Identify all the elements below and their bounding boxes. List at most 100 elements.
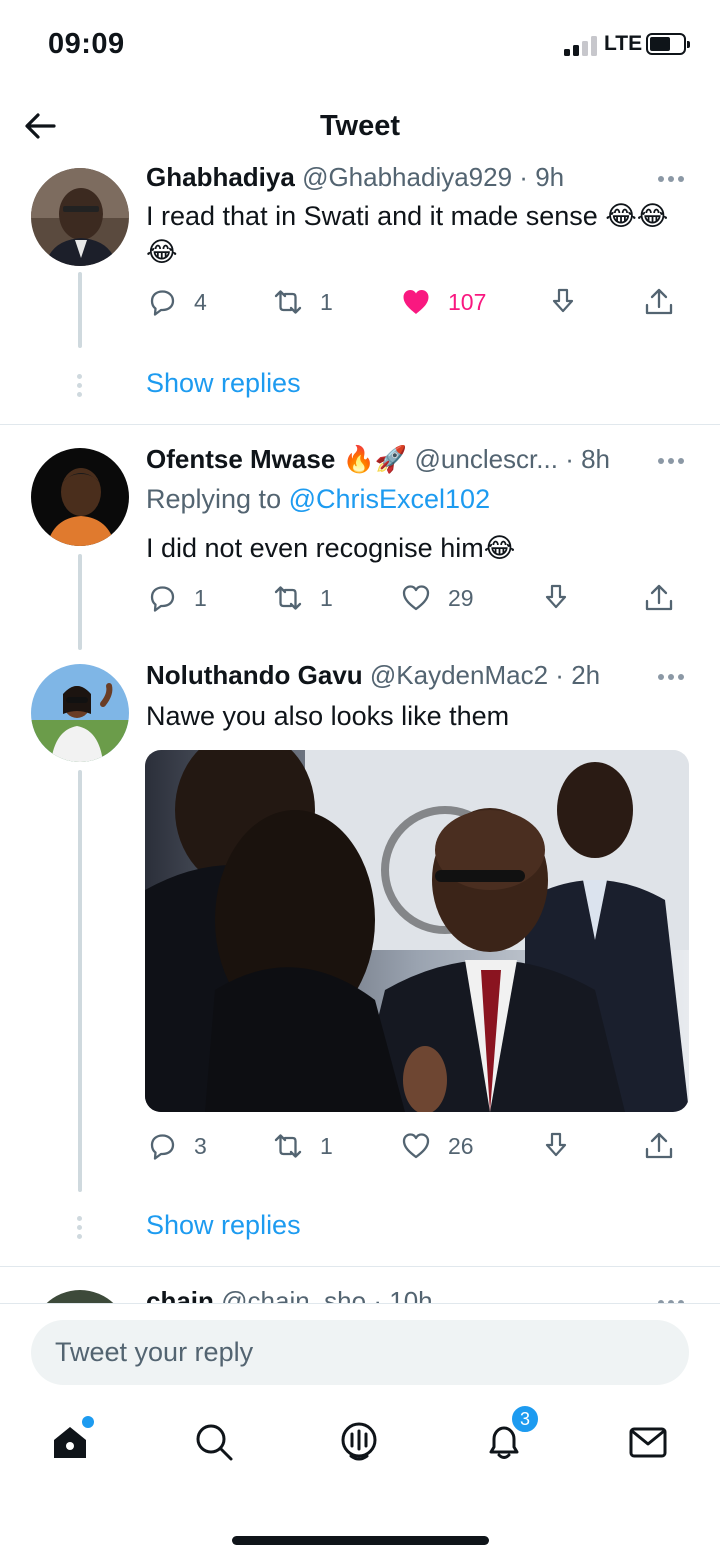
tweet-header: Noluthando Gavu @KaydenMac2 · 2h (146, 660, 600, 691)
battery-icon (646, 33, 690, 55)
heart-icon (402, 1133, 430, 1159)
replying-to: Replying to @ChrisExcel102 (146, 484, 490, 515)
show-replies-row[interactable]: Show replies (0, 1208, 720, 1248)
reply-icon (150, 1134, 175, 1160)
more-icon[interactable] (656, 174, 686, 184)
divider (0, 1266, 720, 1267)
reply-icon (150, 586, 175, 612)
share-icon (645, 584, 673, 611)
tweet-text: I read that in Swati and it made sense 😂… (146, 201, 669, 267)
like-button[interactable]: 107 (400, 282, 486, 322)
like-button[interactable]: 29 (400, 578, 474, 618)
bookmark-button[interactable] (540, 1126, 572, 1166)
page-title: Tweet (319, 110, 401, 142)
search-icon (196, 1424, 233, 1461)
tweet-text: I did not even recognise him😂 (146, 533, 516, 563)
share-icon (645, 1132, 673, 1159)
display-name[interactable]: chain (146, 1286, 214, 1303)
download-icon (545, 584, 567, 609)
share-icon (645, 288, 673, 315)
separator: · (555, 660, 564, 690)
thread-dots-icon (77, 1216, 83, 1240)
handle: @KaydenMac2 (369, 660, 549, 690)
spaces-icon (341, 1422, 377, 1461)
retweet-count: 1 (320, 1132, 333, 1159)
status-bar: 09:09 LTE (0, 0, 720, 90)
retweet-count: 1 (320, 288, 333, 315)
retweet-icon (274, 586, 302, 610)
reply-count: 1 (194, 584, 207, 611)
like-count: 29 (448, 584, 474, 611)
tweet-header: chain @chain_sho · 10h (146, 1286, 433, 1303)
reply-button[interactable]: 4 (146, 282, 207, 322)
avatar[interactable] (31, 1290, 129, 1303)
timestamp: 8h (581, 444, 611, 474)
timestamp: 10h (389, 1286, 433, 1303)
avatar[interactable] (31, 448, 129, 546)
like-button[interactable]: 26 (400, 1126, 474, 1166)
display-name[interactable]: Ghabhadiya (146, 162, 295, 192)
reply-count: 4 (194, 288, 207, 315)
handle: @Ghabhadiya929 (302, 162, 513, 192)
display-name[interactable]: Noluthando Gavu (146, 660, 363, 690)
tweet-photo[interactable] (145, 750, 689, 1112)
share-button[interactable] (643, 1126, 675, 1166)
header: Tweet (0, 90, 720, 162)
reply-button[interactable]: 3 (146, 1126, 207, 1166)
replying-to-mention[interactable]: @ChrisExcel102 (289, 484, 491, 514)
home-indicator (232, 1536, 489, 1545)
tweet-actions: 1 1 29 (0, 578, 720, 618)
display-name[interactable]: Ofentse Mwase 🔥🚀 (146, 444, 407, 474)
share-button[interactable] (643, 282, 675, 322)
separator: · (565, 444, 574, 474)
tweet[interactable]: Ofentse Mwase 🔥🚀 @unclescr... · 8h Reply… (0, 440, 720, 650)
retweet-icon (274, 1134, 302, 1158)
bookmark-button[interactable] (547, 282, 579, 322)
tab-bar: 3 (0, 1404, 720, 1476)
tweet[interactable]: Ghabhadiya @Ghabhadiya929 · 9h I read th… (0, 162, 720, 424)
replying-to-label: Replying to (146, 484, 282, 514)
show-replies-link[interactable]: Show replies (146, 368, 301, 399)
network-label: LTE (604, 32, 643, 55)
like-count: 107 (448, 288, 487, 315)
divider (0, 424, 720, 425)
tab-messages[interactable] (626, 1420, 674, 1468)
tweet-header: Ghabhadiya @Ghabhadiya929 · 9h (146, 162, 564, 193)
tweet-header: Ofentse Mwase 🔥🚀 @unclescr... · 8h (146, 444, 610, 475)
tab-search[interactable] (192, 1420, 240, 1468)
avatar[interactable] (31, 168, 129, 266)
tab-notifications[interactable]: 3 (482, 1404, 540, 1468)
reply-button[interactable]: 1 (146, 578, 207, 618)
handle: @chain_sho (221, 1286, 367, 1303)
tweet-partial[interactable]: chain @chain_sho · 10h (0, 1268, 720, 1303)
signal-icon (564, 36, 600, 56)
tweet-actions: 3 1 26 (0, 1126, 720, 1166)
separator: · (519, 162, 528, 192)
messages-icon (629, 1427, 667, 1458)
tweet-text: Nawe you also looks like them (146, 701, 510, 731)
more-icon[interactable] (656, 672, 686, 682)
heart-filled-icon (403, 290, 429, 314)
tweet-actions: 4 1 107 (0, 282, 720, 322)
retweet-button[interactable]: 1 (272, 282, 333, 322)
retweet-icon (274, 290, 302, 314)
show-replies-row[interactable]: Show replies (0, 366, 720, 406)
bookmark-button[interactable] (540, 578, 572, 618)
retweet-button[interactable]: 1 (272, 578, 333, 618)
share-button[interactable] (643, 578, 675, 618)
status-time: 09:09 (48, 28, 125, 60)
reply-count: 3 (194, 1132, 207, 1159)
timestamp: 9h (535, 162, 565, 192)
timestamp: 2h (571, 660, 601, 690)
tab-home[interactable] (48, 1416, 96, 1468)
tab-spaces[interactable] (337, 1420, 385, 1468)
retweet-count: 1 (320, 584, 333, 611)
reply-input[interactable] (31, 1320, 689, 1385)
tweet[interactable]: Noluthando Gavu @KaydenMac2 · 2h Nawe yo… (0, 656, 720, 1264)
download-icon (552, 288, 574, 313)
show-replies-link[interactable]: Show replies (146, 1210, 301, 1241)
avatar[interactable] (31, 664, 129, 762)
retweet-button[interactable]: 1 (272, 1126, 333, 1166)
heart-icon (402, 585, 430, 611)
more-icon[interactable] (656, 456, 686, 466)
